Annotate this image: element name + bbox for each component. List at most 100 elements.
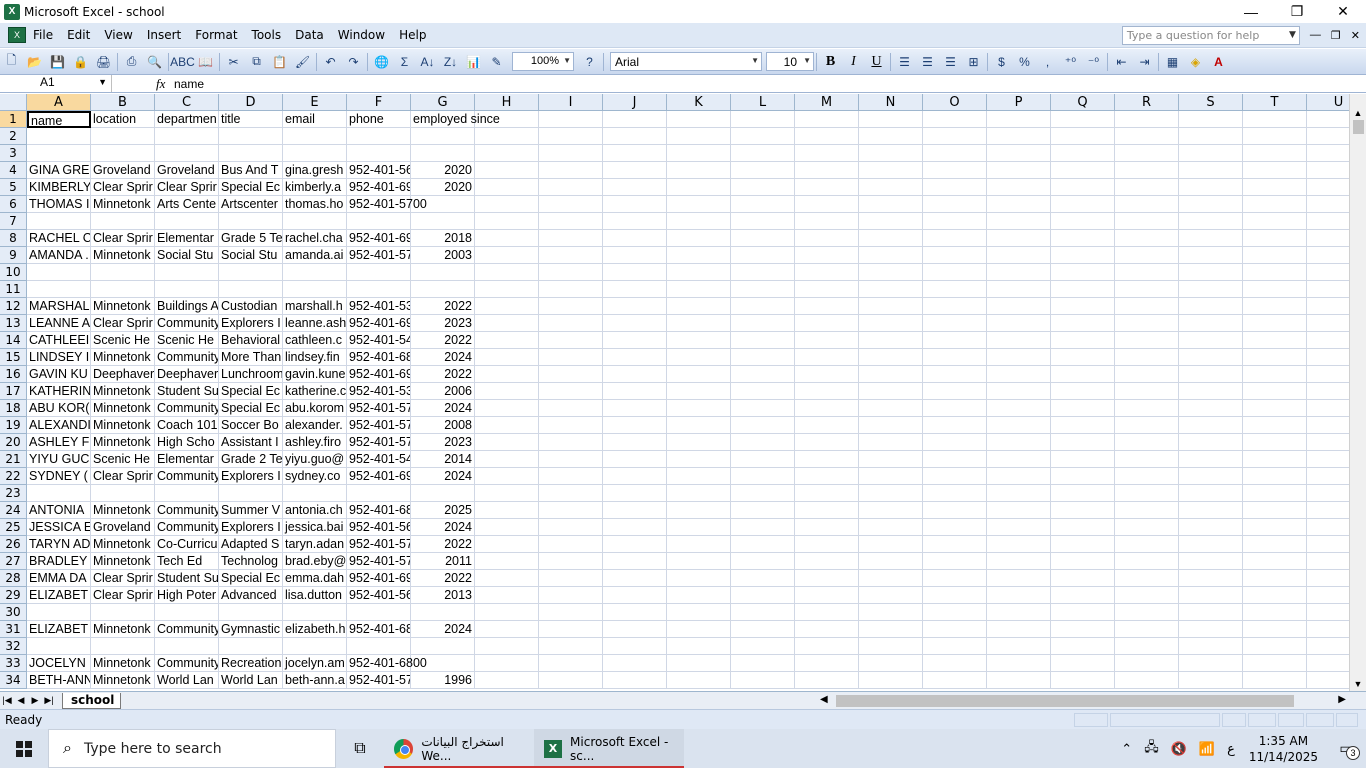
cell-h31[interactable] — [475, 621, 539, 638]
cell-i32[interactable] — [539, 638, 603, 655]
cell-d17[interactable]: Special Ec — [219, 383, 283, 400]
cell-l3[interactable] — [731, 145, 795, 162]
cell-g8[interactable]: 2018 — [411, 230, 475, 247]
increase-indent-icon[interactable]: ⇥ — [1133, 51, 1156, 73]
open-icon[interactable]: 📂 — [23, 51, 46, 73]
cell-t15[interactable] — [1243, 349, 1307, 366]
cell-l7[interactable] — [731, 213, 795, 230]
cell-d12[interactable]: Custodian — [219, 298, 283, 315]
cell-a29[interactable]: ELIZABET — [27, 587, 91, 604]
excel-app-icon[interactable]: X — [4, 3, 20, 20]
cell-p13[interactable] — [987, 315, 1051, 332]
cell-c27[interactable]: Tech Ed — [155, 553, 219, 570]
merge-center-icon[interactable]: ⊞ — [962, 51, 985, 73]
cell-p3[interactable] — [987, 145, 1051, 162]
cell-b20[interactable]: Minnetonk — [91, 434, 155, 451]
align-left-icon[interactable]: ☰ — [893, 51, 916, 73]
cell-a14[interactable]: CATHLEEI — [27, 332, 91, 349]
cell-b23[interactable] — [91, 485, 155, 502]
cell-c7[interactable] — [155, 213, 219, 230]
research-icon[interactable]: 📖 — [194, 51, 217, 73]
cell-i20[interactable] — [539, 434, 603, 451]
row-header[interactable]: 18 — [0, 400, 27, 417]
cell-q14[interactable] — [1051, 332, 1115, 349]
cell-o7[interactable] — [923, 213, 987, 230]
cell-i26[interactable] — [539, 536, 603, 553]
cell-m6[interactable] — [795, 196, 859, 213]
cell-u30[interactable] — [1307, 604, 1349, 621]
cell-g5[interactable]: 2020 — [411, 179, 475, 196]
select-all-corner[interactable] — [0, 94, 27, 111]
name-box[interactable]: A1 ▼ — [0, 75, 112, 92]
cell-k32[interactable] — [667, 638, 731, 655]
cell-n2[interactable] — [859, 128, 923, 145]
cell-m28[interactable] — [795, 570, 859, 587]
cell-p14[interactable] — [987, 332, 1051, 349]
cell-r25[interactable] — [1115, 519, 1179, 536]
cell-n10[interactable] — [859, 264, 923, 281]
cell-n9[interactable] — [859, 247, 923, 264]
cell-h12[interactable] — [475, 298, 539, 315]
column-header-m[interactable]: M — [795, 94, 859, 111]
cell-g23[interactable] — [411, 485, 475, 502]
cell-h13[interactable] — [475, 315, 539, 332]
cell-u17[interactable] — [1307, 383, 1349, 400]
cell-d11[interactable] — [219, 281, 283, 298]
preview-icon[interactable]: 🔍 — [143, 51, 166, 73]
cell-k24[interactable] — [667, 502, 731, 519]
cell-e20[interactable]: ashley.firo — [283, 434, 347, 451]
cell-e8[interactable]: rachel.cha — [283, 230, 347, 247]
cell-s15[interactable] — [1179, 349, 1243, 366]
cell-e4[interactable]: gina.gresh — [283, 162, 347, 179]
row-header[interactable]: 11 — [0, 281, 27, 298]
cell-p16[interactable] — [987, 366, 1051, 383]
cell-l22[interactable] — [731, 468, 795, 485]
cell-d5[interactable]: Special Ec — [219, 179, 283, 196]
workbook-icon[interactable]: X — [8, 27, 26, 43]
cell-a12[interactable]: MARSHAL — [27, 298, 91, 315]
cell-t32[interactable] — [1243, 638, 1307, 655]
cell-n25[interactable] — [859, 519, 923, 536]
cell-i11[interactable] — [539, 281, 603, 298]
cell-a32[interactable] — [27, 638, 91, 655]
cell-e22[interactable]: sydney.co — [283, 468, 347, 485]
cell-s11[interactable] — [1179, 281, 1243, 298]
cell-s8[interactable] — [1179, 230, 1243, 247]
cell-m13[interactable] — [795, 315, 859, 332]
cell-l17[interactable] — [731, 383, 795, 400]
cell-o8[interactable] — [923, 230, 987, 247]
cell-r21[interactable] — [1115, 451, 1179, 468]
cell-i5[interactable] — [539, 179, 603, 196]
row-header[interactable]: 16 — [0, 366, 27, 383]
cell-d25[interactable]: Explorers I — [219, 519, 283, 536]
cell-g30[interactable] — [411, 604, 475, 621]
cell-c1[interactable]: departmen — [155, 111, 219, 128]
cell-i23[interactable] — [539, 485, 603, 502]
chart-wizard-icon[interactable]: 📊 — [462, 51, 485, 73]
cell-u34[interactable] — [1307, 672, 1349, 689]
cell-e11[interactable] — [283, 281, 347, 298]
cell-j10[interactable] — [603, 264, 667, 281]
cell-e33[interactable]: jocelyn.am — [283, 655, 347, 672]
cell-n12[interactable] — [859, 298, 923, 315]
cell-n26[interactable] — [859, 536, 923, 553]
print-preview-icon[interactable]: 🖨 — [92, 51, 115, 73]
cell-b21[interactable]: Scenic He — [91, 451, 155, 468]
cell-t23[interactable] — [1243, 485, 1307, 502]
cell-h15[interactable] — [475, 349, 539, 366]
cell-q25[interactable] — [1051, 519, 1115, 536]
cell-t20[interactable] — [1243, 434, 1307, 451]
cell-s7[interactable] — [1179, 213, 1243, 230]
cell-k17[interactable] — [667, 383, 731, 400]
cell-s23[interactable] — [1179, 485, 1243, 502]
notification-icon[interactable]: ▭ 3 — [1326, 740, 1366, 760]
cell-k34[interactable] — [667, 672, 731, 689]
cell-c3[interactable] — [155, 145, 219, 162]
cell-a26[interactable]: TARYN AD — [27, 536, 91, 553]
cell-d8[interactable]: Grade 5 Te — [219, 230, 283, 247]
cell-k25[interactable] — [667, 519, 731, 536]
zoom-select[interactable]: 100% ▼ — [512, 52, 574, 71]
cell-l19[interactable] — [731, 417, 795, 434]
row-header[interactable]: 31 — [0, 621, 27, 638]
cell-c32[interactable] — [155, 638, 219, 655]
